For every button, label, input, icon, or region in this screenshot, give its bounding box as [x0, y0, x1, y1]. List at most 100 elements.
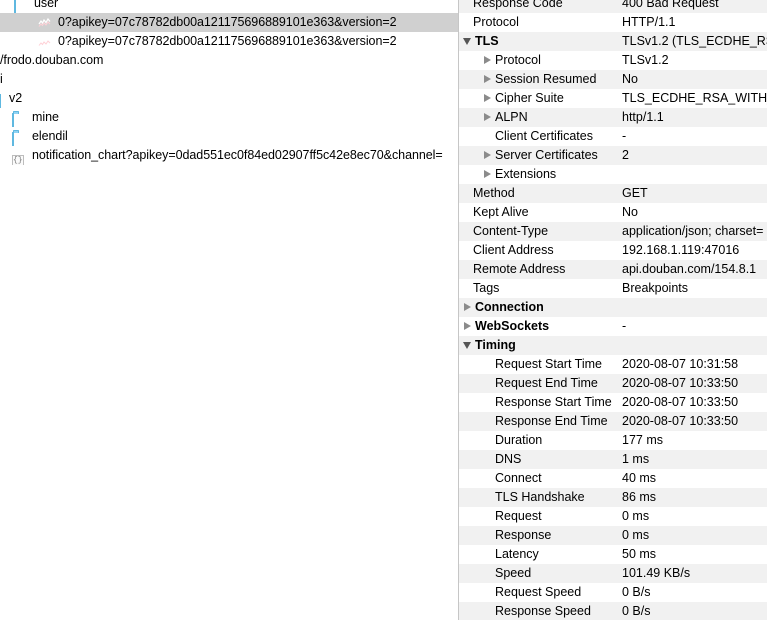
detail-value: 0 B/s: [622, 585, 651, 599]
folder-icon: [12, 131, 27, 146]
tree-row-label: i: [0, 72, 3, 86]
detail-row[interactable]: DNS 1 ms: [459, 450, 767, 469]
detail-row[interactable]: Protocol HTTP/1.1: [459, 13, 767, 32]
detail-key-group: Client Address: [459, 241, 554, 260]
detail-row[interactable]: Request End Time 2020-08-07 10:33:50: [459, 374, 767, 393]
chevron-right-icon[interactable]: [483, 170, 492, 179]
detail-row[interactable]: TLS Handshake 86 ms: [459, 488, 767, 507]
detail-key-group: Connect: [459, 469, 542, 488]
tree-row[interactable]: i: [0, 70, 458, 89]
json-icon: {}: [12, 155, 24, 165]
detail-key: Latency: [495, 547, 539, 561]
tree-row[interactable]: 0?apikey=07c78782db00a121175696889101e36…: [0, 13, 458, 32]
detail-row[interactable]: Client Certificates -: [459, 127, 767, 146]
detail-key: Protocol: [495, 53, 541, 67]
detail-value: GET: [622, 186, 648, 200]
session-tree-panel[interactable]: user 0?apikey=07c78782db00a12117569688910…: [0, 0, 458, 620]
detail-row[interactable]: Response 0 ms: [459, 526, 767, 545]
detail-row[interactable]: Method GET: [459, 184, 767, 203]
detail-key-group: ALPN: [459, 108, 528, 127]
detail-value: TLSv1.2: [622, 53, 669, 67]
detail-key: Connection: [475, 300, 544, 314]
tree-row[interactable]: elendil: [0, 127, 458, 146]
chevron-right-icon[interactable]: [483, 113, 492, 122]
folder-icon: [12, 112, 27, 127]
detail-row[interactable]: WebSockets -: [459, 317, 767, 336]
tree-row[interactable]: 0?apikey=07c78782db00a121175696889101e36…: [0, 32, 458, 51]
chevron-right-icon[interactable]: [483, 94, 492, 103]
tree-row[interactable]: /frodo.douban.com: [0, 51, 458, 70]
chevron-right-icon[interactable]: [483, 75, 492, 84]
detail-key: Remote Address: [473, 262, 566, 276]
detail-row[interactable]: Request Start Time 2020-08-07 10:31:58: [459, 355, 767, 374]
detail-key: Method: [473, 186, 515, 200]
detail-row[interactable]: Server Certificates 2: [459, 146, 767, 165]
chevron-down-icon[interactable]: [463, 341, 472, 350]
detail-row[interactable]: Extensions: [459, 165, 767, 184]
detail-key-group: Latency: [459, 545, 539, 564]
detail-key: Client Address: [473, 243, 554, 257]
chevron-right-icon[interactable]: [483, 151, 492, 160]
detail-value: api.douban.com/154.8.1: [622, 262, 757, 276]
detail-row[interactable]: Kept Alive No: [459, 203, 767, 222]
detail-row[interactable]: Connection: [459, 298, 767, 317]
tree-row-label: mine: [32, 110, 59, 124]
chevron-right-icon[interactable]: [483, 56, 492, 65]
detail-row[interactable]: Speed 101.49 KB/s: [459, 564, 767, 583]
detail-key-group: Extensions: [459, 165, 556, 184]
detail-row[interactable]: Timing: [459, 336, 767, 355]
detail-value: 177 ms: [622, 433, 663, 447]
detail-key: Response: [495, 528, 552, 542]
detail-row[interactable]: Latency 50 ms: [459, 545, 767, 564]
tree-row[interactable]: v2: [0, 89, 458, 108]
detail-value: -: [622, 319, 627, 333]
detail-key-group: Method: [459, 184, 515, 203]
detail-row[interactable]: Request Speed 0 B/s: [459, 583, 767, 602]
chevron-right-icon[interactable]: [463, 322, 472, 331]
detail-row[interactable]: Tags Breakpoints: [459, 279, 767, 298]
tree-row[interactable]: user: [0, 0, 458, 13]
detail-row[interactable]: Response Speed 0 B/s: [459, 602, 767, 620]
detail-row[interactable]: Client Address 192.168.1.119:47016: [459, 241, 767, 260]
detail-row[interactable]: Remote Address api.douban.com/154.8.1: [459, 260, 767, 279]
detail-row[interactable]: Connect 40 ms: [459, 469, 767, 488]
detail-row[interactable]: Duration 177 ms: [459, 431, 767, 450]
detail-key: Extensions: [495, 167, 557, 181]
detail-row[interactable]: Content-Type application/json; charset=: [459, 222, 767, 241]
chevron-right-icon[interactable]: [463, 303, 472, 312]
detail-row[interactable]: Cipher Suite TLS_ECDHE_RSA_WITH_: [459, 89, 767, 108]
detail-key-group: Request: [459, 507, 542, 526]
detail-key: TLS Handshake: [495, 490, 585, 504]
detail-key-group: TLS Handshake: [459, 488, 585, 507]
detail-value: -: [622, 129, 627, 143]
tree-row[interactable]: mine: [0, 108, 458, 127]
detail-row[interactable]: Session Resumed No: [459, 70, 767, 89]
detail-key: Client Certificates: [495, 129, 593, 143]
detail-row[interactable]: Response Code 400 Bad Request: [459, 0, 767, 13]
overview-detail-panel[interactable]: Response Code 400 Bad Request Protocol HTTP…: [459, 0, 767, 620]
detail-value: 0 ms: [622, 509, 650, 523]
detail-key: Request Speed: [495, 585, 582, 599]
folder-partial-icon: [0, 93, 4, 108]
detail-row[interactable]: Response Start Time 2020-08-07 10:33:50: [459, 393, 767, 412]
tree-row[interactable]: {} notification_chart?apikey=0dad551ec0f8…: [0, 146, 458, 165]
detail-row[interactable]: Request 0 ms: [459, 507, 767, 526]
detail-value: 2020-08-07 10:31:58: [622, 357, 739, 371]
detail-row[interactable]: Response End Time 2020-08-07 10:33:50: [459, 412, 767, 431]
chevron-down-icon[interactable]: [463, 37, 472, 46]
detail-row[interactable]: Protocol TLSv1.2: [459, 51, 767, 70]
detail-value: 1 ms: [622, 452, 650, 466]
detail-row[interactable]: ALPN http/1.1: [459, 108, 767, 127]
detail-row[interactable]: TLS TLSv1.2 (TLS_ECDHE_RS: [459, 32, 767, 51]
detail-key-group: Kept Alive: [459, 203, 529, 222]
tree-row-label: user: [34, 0, 59, 10]
